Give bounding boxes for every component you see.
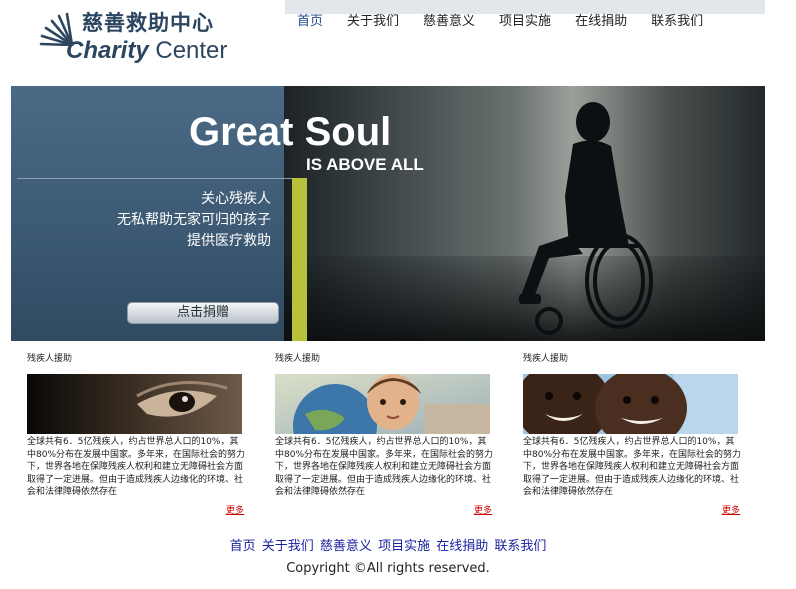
copyright-text: Copyright ©All rights reserved.: [286, 561, 490, 576]
footer-link-about[interactable]: 关于我们: [262, 539, 314, 554]
hero-banner: Great Soul IS ABOVE ALL 关心残疾人 无私帮助无家可归的孩…: [11, 86, 765, 341]
more-link[interactable]: 更多: [226, 505, 244, 517]
more-link[interactable]: 更多: [474, 505, 492, 517]
column-text: 全球共有6．5亿残疾人，约占世界总人口的10%，其中80%分布在发展中国家。多年…: [523, 437, 742, 497]
site-logo[interactable]: 慈善救助中心 Charity Center: [38, 10, 238, 68]
footer-nav: 首页 关于我们 慈善意义 项目实施 在线捐助 联系我们: [0, 538, 776, 556]
footer-link-projects[interactable]: 项目实施: [378, 539, 430, 554]
logo-english-name: Charity Center: [66, 36, 227, 66]
column-title: 残疾人援助: [523, 354, 569, 364]
info-column: 残疾人援助 全球共有6．5亿残疾人，约占世界总人口的10%，其中80%分布在发展…: [523, 352, 748, 522]
donate-button[interactable]: 点击捐赠: [127, 302, 279, 324]
column-title: 残疾人援助: [27, 354, 73, 364]
nav-meaning[interactable]: 慈善意义: [423, 13, 475, 31]
column-text: 全球共有6．5亿残疾人，约占世界总人口的10%，其中80%分布在发展中国家。多年…: [275, 437, 494, 497]
nav-donate-online[interactable]: 在线捐助: [575, 13, 627, 31]
wheelchair-silhouette: [519, 102, 653, 335]
banner-headline: Great Soul: [189, 110, 392, 154]
column-title: 残疾人援助: [275, 354, 321, 364]
nav-about[interactable]: 关于我们: [347, 13, 399, 31]
info-column: 残疾人援助 全球共有6．5亿残疾人，约占世界总人口的10%，其中80%分布在发展…: [275, 352, 500, 522]
child-with-globe-photo: [275, 374, 490, 434]
nav-home[interactable]: 首页: [297, 13, 323, 31]
footer-link-donate-online[interactable]: 在线捐助: [436, 539, 488, 554]
top-bar: [285, 0, 765, 14]
more-link[interactable]: 更多: [722, 505, 740, 517]
logo-word-charity: Charity: [66, 37, 149, 64]
banner-divider: [17, 178, 292, 179]
logo-word-center: Center: [155, 37, 228, 64]
info-columns: 残疾人援助 全球共有6．5亿残疾人，约占世界总人口的10%，其中80%分布在发展…: [27, 352, 767, 522]
footer-link-home[interactable]: 首页: [230, 539, 256, 554]
banner-accent-bar: [292, 178, 307, 341]
footer-link-meaning[interactable]: 慈善意义: [320, 539, 372, 554]
smiling-faces-photo: [523, 374, 738, 434]
nav-projects[interactable]: 项目实施: [499, 13, 551, 31]
footer-link-contact[interactable]: 联系我们: [494, 539, 546, 554]
main-nav: 首页 关于我们 慈善意义 项目实施 在线捐助 联系我们: [285, 13, 715, 31]
eye-closeup-photo: [27, 374, 242, 434]
nav-contact[interactable]: 联系我们: [651, 13, 703, 31]
column-text: 全球共有6．5亿残疾人，约占世界总人口的10%，其中80%分布在发展中国家。多年…: [27, 437, 246, 497]
banner-slogan-3: 提供医疗救助: [187, 233, 271, 249]
info-column: 残疾人援助 全球共有6．5亿残疾人，约占世界总人口的10%，其中80%分布在发展…: [27, 352, 252, 522]
banner-subheadline: IS ABOVE ALL: [306, 155, 424, 174]
logo-chinese-name: 慈善救助中心: [82, 11, 214, 35]
banner-slogan-2: 无私帮助无家可归的孩子: [117, 212, 271, 228]
banner-slogan-1: 关心残疾人: [201, 191, 271, 207]
